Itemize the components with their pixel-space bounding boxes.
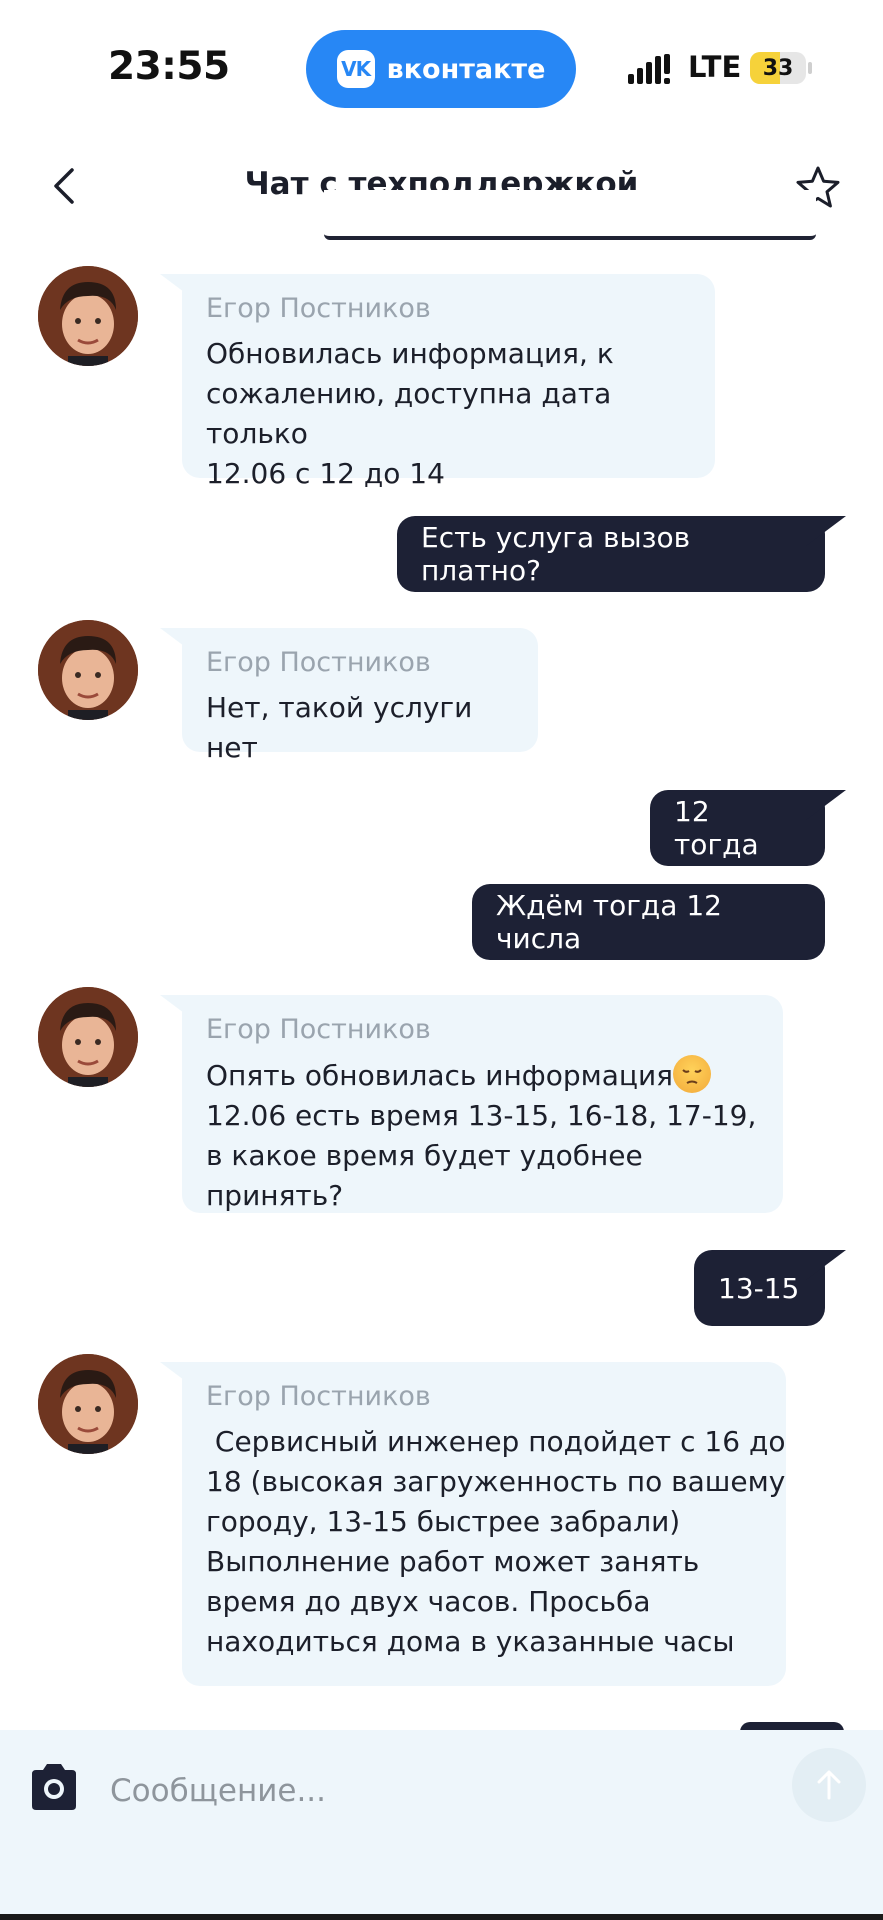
agent-face-icon bbox=[38, 987, 138, 1087]
message-text-rest: 12.06 есть время 13-15, 16-18, 17-19, в … bbox=[206, 1099, 757, 1212]
partial-message-bubble bbox=[324, 190, 816, 240]
status-bar: 23:55 VK вконтакте LTE 33 bbox=[0, 0, 883, 140]
sender-name: Егор Постников bbox=[206, 293, 431, 324]
incoming-message[interactable]: Егор Постников Нет, такой услуги нет bbox=[182, 628, 538, 764]
incoming-message[interactable]: Егор Постников Сервисный инженер подойде… bbox=[182, 1362, 786, 1686]
camera-icon bbox=[32, 1764, 76, 1810]
message-text: Нет, такой услуги нет bbox=[206, 691, 473, 764]
vk-app-label: вконтакте bbox=[386, 53, 546, 85]
message-text-line: Опять обновилась информация bbox=[206, 1059, 674, 1092]
incoming-message[interactable]: Егор Постников Опять обновилась информац… bbox=[182, 995, 783, 1213]
avatar[interactable] bbox=[38, 266, 138, 366]
camera-button[interactable] bbox=[26, 1760, 82, 1816]
screen-bottom-edge bbox=[0, 1914, 883, 1920]
sender-name: Егор Постников bbox=[206, 1381, 431, 1412]
outgoing-bubble-tail bbox=[806, 790, 846, 820]
sender-name: Егор Постников bbox=[206, 1014, 431, 1045]
outgoing-message[interactable]: 12 тогда bbox=[650, 790, 825, 866]
network-type: LTE bbox=[688, 50, 742, 84]
send-button[interactable] bbox=[792, 1748, 866, 1822]
outgoing-message[interactable]: 13-15 bbox=[694, 1250, 825, 1326]
outgoing-message[interactable]: Ждём тогда 12 числа bbox=[472, 884, 825, 960]
agent-face-icon bbox=[38, 620, 138, 720]
message-text: 12 тогда bbox=[674, 795, 759, 861]
outgoing-bubble-tail bbox=[806, 1250, 846, 1280]
incoming-message[interactable]: Егор Постников Обновилась информация, к … bbox=[182, 274, 715, 490]
message-composer bbox=[0, 1730, 883, 1920]
message-text: 13-15 bbox=[718, 1271, 800, 1305]
send-arrow-icon bbox=[817, 1770, 841, 1800]
sender-name: Егор Постников bbox=[206, 647, 431, 678]
vk-logo-icon: VK bbox=[336, 50, 375, 88]
vk-app-pill[interactable]: VK вконтакте bbox=[306, 30, 576, 108]
battery-icon: 33 bbox=[750, 52, 806, 84]
agent-face-icon bbox=[38, 266, 138, 366]
avatar[interactable] bbox=[38, 987, 138, 1087]
status-time: 23:55 bbox=[108, 44, 230, 89]
message-text: Сервисный инженер подойдет с 16 до 18 (в… bbox=[206, 1425, 786, 1658]
avatar[interactable] bbox=[38, 620, 138, 720]
message-text: Ждём тогда 12 числа bbox=[496, 889, 722, 955]
agent-face-icon bbox=[38, 1354, 138, 1454]
outgoing-bubble-tail bbox=[806, 516, 846, 546]
message-text: Обновилась информация, к сожалению, дост… bbox=[206, 337, 614, 490]
message-text: Есть услуга вызов платно? bbox=[421, 521, 691, 587]
pensive-face-icon bbox=[673, 1055, 712, 1093]
battery-percent: 33 bbox=[762, 55, 794, 81]
avatar[interactable] bbox=[38, 1354, 138, 1454]
battery-nub bbox=[808, 62, 812, 74]
message-input[interactable] bbox=[108, 1760, 762, 1822]
message-text: Опять обновилась информация 12.06 есть в… bbox=[206, 1055, 761, 1216]
outgoing-message[interactable]: Есть услуга вызов платно? bbox=[397, 516, 825, 592]
signal-strength-icon bbox=[628, 54, 670, 84]
